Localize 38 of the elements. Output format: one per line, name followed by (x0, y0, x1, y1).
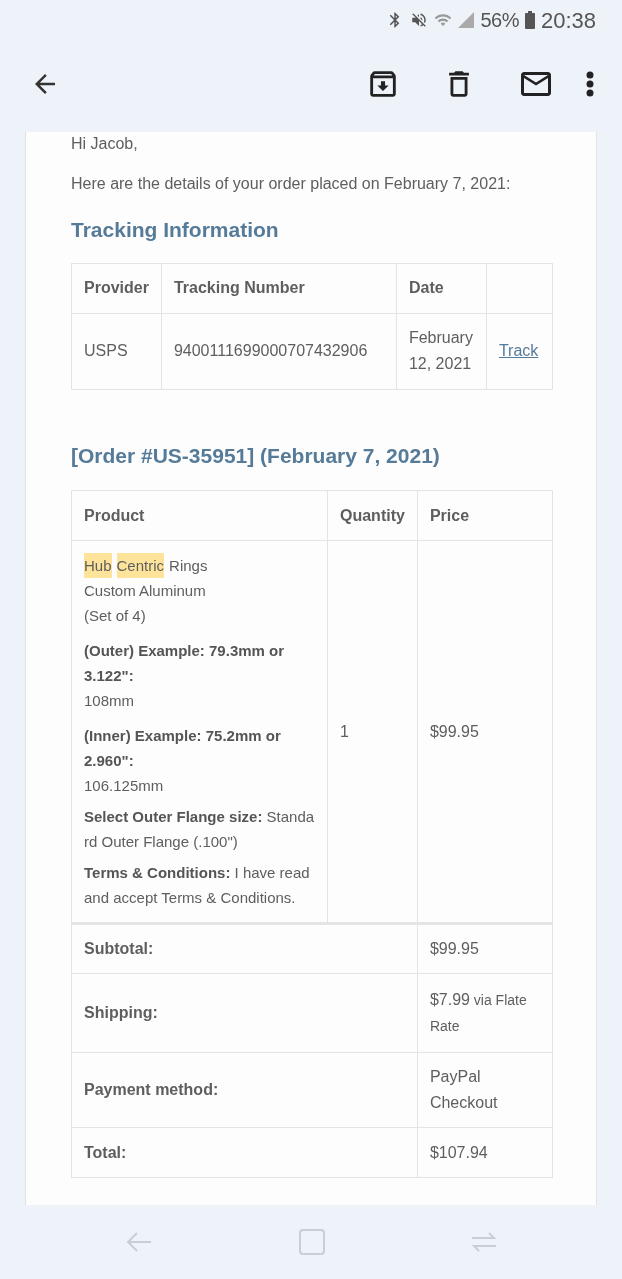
option-label: (Outer) Example: 79.3mm or 3.122": (84, 641, 286, 686)
battery-percent: 56% (480, 8, 519, 33)
product-name-line: Custom Aluminum (84, 581, 206, 601)
product-name: Hub Centric Rings (84, 553, 208, 578)
tracking-heading: Tracking Information (71, 217, 280, 243)
totals-label: Total: (71, 1127, 418, 1178)
column-header: Quantity (327, 490, 418, 541)
totals-label: Shipping: (71, 973, 418, 1053)
column-header: Provider (71, 263, 162, 313)
greeting: Hi Jacob, (71, 134, 139, 154)
totals-value: $7.99 via Flate Rate (417, 973, 553, 1053)
order-heading: [Order #US-35951] (February 7, 2021) (71, 442, 441, 469)
intro-text: Here are the details of your order placed on February 7, 2021: (71, 174, 512, 194)
totals-value: PayPal Checkout (417, 1052, 553, 1128)
mute-icon (410, 11, 429, 29)
clock: 20:38 (540, 6, 596, 35)
column-header: Date (396, 263, 487, 313)
table-cell: USPS (71, 313, 162, 389)
more-icon (586, 71, 594, 97)
product-option: Select Outer Flange size: Standard Outer Flange (.100") (84, 804, 315, 854)
totals-label: Payment method: (71, 1052, 418, 1128)
battery-icon (524, 11, 535, 29)
option-value: 106.125mm (84, 776, 165, 796)
totals-value: $99.95 (417, 923, 553, 974)
totals-label: Subtotal: (71, 923, 418, 974)
table-cell: February 12, 2021 (396, 313, 487, 389)
wifi-icon (434, 11, 453, 29)
column-header: Tracking Number (161, 263, 397, 313)
table-cell: 9400111699000707432906 (161, 313, 397, 389)
column-header: Product (71, 490, 328, 541)
column-header: Price (417, 490, 553, 541)
option-label: (Inner) Example: 75.2mm or 2.960": (84, 726, 282, 771)
totals-value: $107.94 (417, 1127, 553, 1178)
product-option: Terms & Conditions: I have read and accept Terms & Conditions. (84, 860, 315, 910)
option-value: 108mm (84, 691, 136, 711)
product-name-line: (Set of 4) (84, 606, 146, 626)
track-link[interactable]: Track (498, 342, 539, 359)
signal-icon (458, 12, 475, 28)
